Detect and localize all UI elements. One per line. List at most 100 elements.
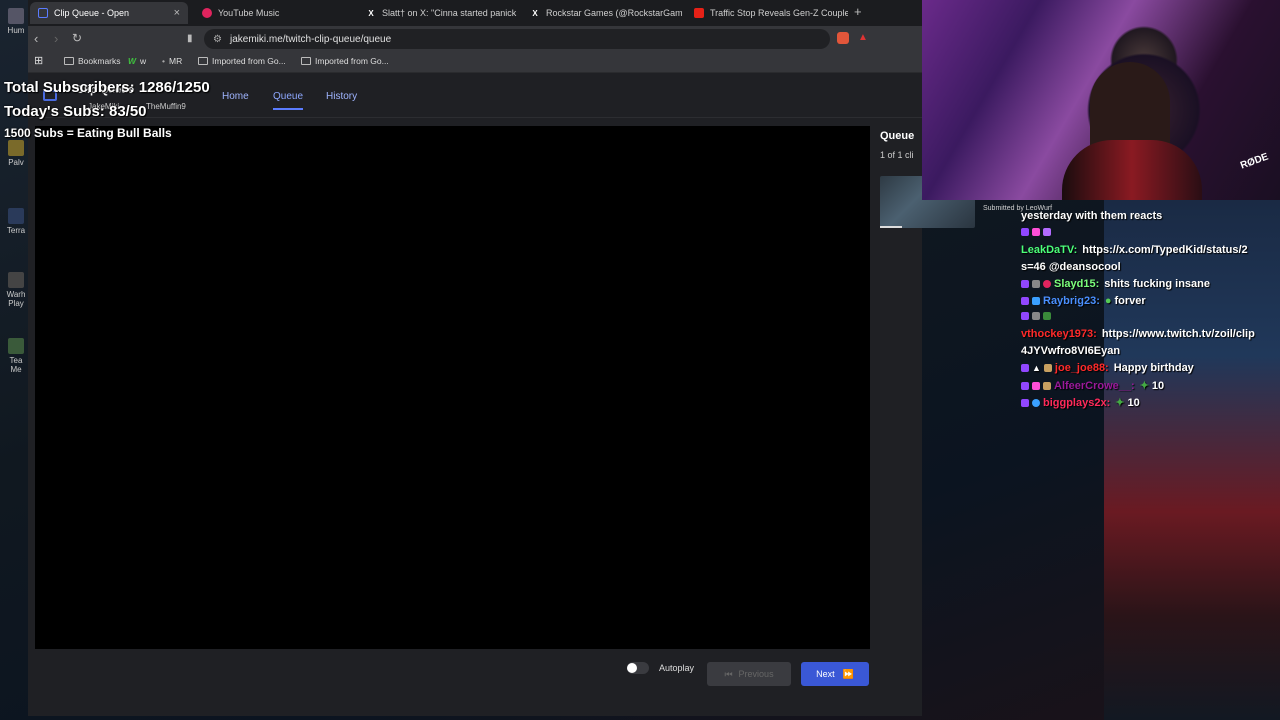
- microphone-brand: RØDE: [1238, 151, 1270, 172]
- twitch-badge-icon: [1021, 398, 1029, 407]
- desktop-icon-hum[interactable]: Hum: [4, 8, 28, 35]
- previous-button[interactable]: ⏮ Previous: [707, 662, 791, 686]
- nav-history[interactable]: History: [326, 91, 357, 102]
- next-label: Next: [816, 669, 835, 679]
- site-info-icon[interactable]: ⚙: [213, 34, 222, 45]
- desktop-icon-label: Tea Me: [9, 356, 23, 374]
- browser-toolbar: ‹ › ↻ ▮ ⚙ jakemiki.me/twitch-clip-queue/…: [28, 26, 922, 52]
- chat-text: yesterday with them reacts: [1021, 210, 1163, 222]
- app-icon: [8, 272, 24, 288]
- chat-username: joe_joe88:: [1054, 362, 1109, 374]
- app-icon: [8, 208, 24, 224]
- brave-shield-icon[interactable]: [837, 32, 849, 44]
- nav-home[interactable]: Home: [222, 91, 249, 102]
- badge-icon: [1043, 280, 1051, 288]
- emote-icon: ✦: [1139, 380, 1149, 392]
- bookmark-item[interactable]: Imported from Go...: [301, 56, 389, 66]
- tab-clip-queue[interactable]: Clip Queue - Open ×: [30, 2, 188, 24]
- youtube-music-favicon-icon: [202, 8, 212, 18]
- chat-text: s=46 @deansocool: [1021, 261, 1121, 273]
- new-tab-button[interactable]: +: [854, 4, 862, 19]
- chat-text: forver: [1114, 295, 1146, 307]
- tab-title: Rockstar Games (@RockstarGames) /: [546, 8, 682, 18]
- queue-title: Queue: [880, 130, 915, 142]
- desktop-icon-teams[interactable]: Tea Me: [4, 338, 28, 374]
- chat-message: Raybrig23: ● forver: [1021, 295, 1146, 307]
- badge-icon: [1043, 364, 1052, 372]
- chat-message: s=46 @deansocool: [1021, 261, 1121, 273]
- bookmarks-bar: ⊞ Bookmarks W w • MR Imported from Go...…: [28, 52, 922, 73]
- x-favicon-icon: X: [532, 8, 538, 18]
- sub-badge-icon: [1043, 228, 1051, 236]
- total-subscribers-overlay: Total Subscribers: 1286/1250: [4, 79, 210, 96]
- tab-x-slatt[interactable]: X Slatt† on X: "Cinna started panick: [358, 2, 520, 24]
- desktop-icon-terra[interactable]: Terra: [4, 208, 28, 235]
- chat-text: https://x.com/TypedKid/status/2: [1082, 244, 1248, 256]
- autoplay-control[interactable]: Autoplay: [627, 662, 694, 674]
- next-button[interactable]: Next ⏩: [801, 662, 869, 686]
- tab-title: YouTube Music: [218, 8, 280, 18]
- bookmark-label: MR: [168, 56, 183, 66]
- chat-badges-row: [1021, 228, 1051, 236]
- chat-message: yesterday with them reacts: [1021, 210, 1162, 222]
- bookmark-item[interactable]: Bookmarks: [64, 56, 121, 66]
- chat-message: AlfeerCrowe__: ✦ 10: [1021, 379, 1164, 392]
- twitch-badge-icon: [1021, 297, 1029, 305]
- tab-x-rockstar[interactable]: X Rockstar Games (@RockstarGames) /: [522, 2, 682, 24]
- twitch-badge-icon: [1021, 364, 1029, 372]
- desktop-icon-label: Palv: [8, 158, 24, 167]
- chat-badges-row: [1021, 312, 1051, 320]
- nav-queue[interactable]: Queue: [273, 91, 304, 110]
- autoplay-toggle[interactable]: [627, 662, 649, 674]
- bookmark-label: Bookmarks: [78, 56, 121, 66]
- user-chip[interactable]: TheMuffin9: [146, 102, 186, 111]
- reload-icon[interactable]: ↻: [72, 31, 82, 45]
- browser-window: Clip Queue - Open × YouTube Music X Slat…: [28, 0, 975, 716]
- desktop-icon-label: Terra: [6, 226, 26, 235]
- fast-forward-icon: ⏩: [842, 668, 854, 679]
- emote-icon: ✦: [1115, 397, 1125, 409]
- chat-message: Slayd15: shits fucking insane: [1021, 278, 1210, 290]
- chat-text: Happy birthday: [1113, 362, 1194, 374]
- tab-title: Clip Queue - Open: [54, 8, 130, 18]
- bookmark-icon[interactable]: ▮: [187, 33, 193, 44]
- desktop-icon-label: Warh Play: [6, 290, 26, 308]
- bookmark-item[interactable]: W w: [128, 56, 146, 66]
- bookmark-item[interactable]: Imported from Go...: [198, 56, 286, 66]
- autoplay-label: Autoplay: [659, 663, 695, 673]
- w-icon: W: [128, 56, 137, 66]
- bookmark-label: Imported from Go...: [212, 56, 286, 66]
- forward-icon[interactable]: ›: [54, 31, 58, 46]
- twitch-badge-icon: [1021, 381, 1029, 390]
- badge-icon: [1032, 280, 1040, 288]
- chat-text: shits fucking insane: [1104, 278, 1210, 290]
- clip-player[interactable]: [35, 126, 870, 649]
- desktop-icon-label: Hum: [7, 26, 25, 35]
- badge-icon: [1043, 381, 1051, 390]
- tab-youtube-music[interactable]: YouTube Music: [194, 2, 356, 24]
- close-tab-icon[interactable]: ×: [174, 7, 180, 19]
- toggle-knob: [627, 663, 637, 673]
- heart-badge-icon: [1032, 381, 1040, 390]
- tab-title: Slatt† on X: "Cinna started panick: [382, 8, 517, 18]
- tab-strip: Clip Queue - Open × YouTube Music X Slat…: [28, 0, 922, 26]
- bookmark-item[interactable]: • MR: [162, 56, 182, 66]
- folder-icon: [198, 57, 208, 65]
- warning-badge-icon: ▲: [1032, 363, 1041, 373]
- desktop-icon-warhammer[interactable]: Warh Play: [4, 272, 28, 308]
- bookmark-label: w: [140, 56, 147, 66]
- clip-queue-page: Clip Queue JakeMiki TheMuffin9 Home Queu…: [28, 73, 975, 716]
- address-bar[interactable]: ⚙ jakemiki.me/twitch-clip-queue/queue: [204, 29, 830, 49]
- rewind-icon: ⏮: [724, 668, 733, 679]
- emote-icon: ●: [1104, 295, 1112, 307]
- streamer-hoodie: [1062, 140, 1202, 200]
- thumbnail-progress-bar: [880, 226, 902, 228]
- chat-text: https://www.twitch.tv/zoil/clip: [1101, 328, 1255, 340]
- tab-youtube-traffic[interactable]: Traffic Stop Reveals Gen-Z Couple's T: [686, 2, 848, 24]
- tab-title: Traffic Stop Reveals Gen-Z Couple's T: [710, 8, 848, 18]
- x-favicon-icon: X: [368, 8, 374, 18]
- desktop-icon-palv[interactable]: Palv: [4, 140, 28, 167]
- apps-grid-icon[interactable]: ⊞: [34, 54, 43, 67]
- back-icon[interactable]: ‹: [34, 31, 38, 46]
- brave-rewards-icon[interactable]: ▲: [858, 32, 870, 44]
